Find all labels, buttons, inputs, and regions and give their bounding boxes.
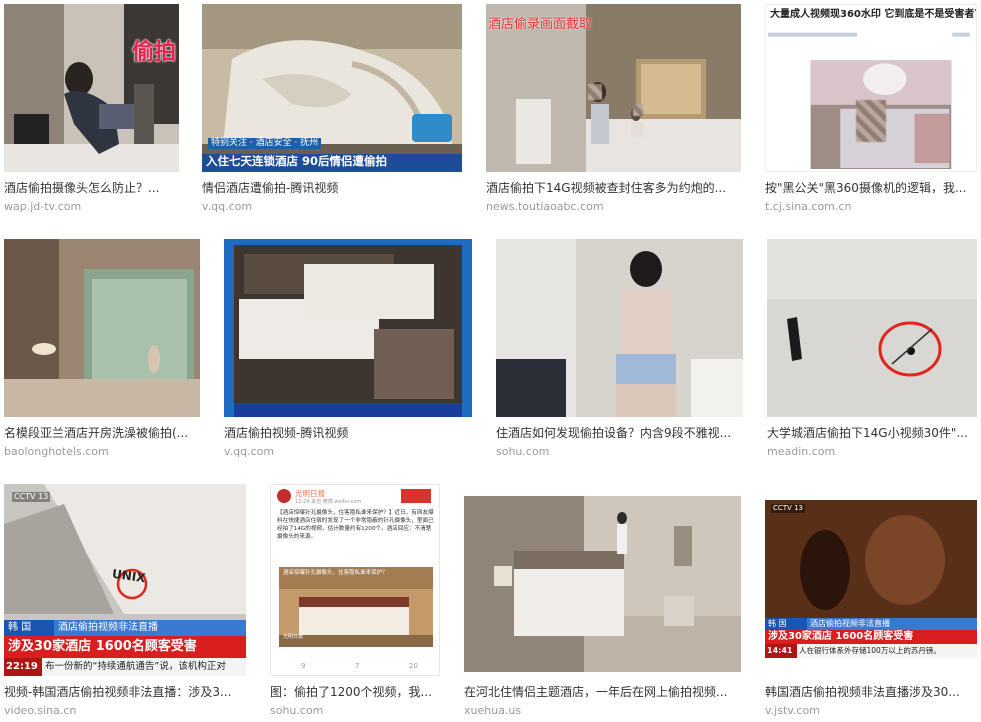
clock: 14:41 xyxy=(765,644,797,658)
blur-mask xyxy=(633,104,643,116)
news-headline: 酒店偷拍视频非法直播 xyxy=(54,620,246,636)
result-caption[interactable]: 图：偷拍了1200个视频，我... xyxy=(270,684,440,700)
result-caption[interactable]: 酒店偷拍视频-腾讯视频 xyxy=(224,425,472,441)
result-card[interactable]: 住酒店如何发现偷拍设备？内含9段不雅视... sohu.com xyxy=(496,239,743,459)
result-card[interactable]: 大学城酒店偷拍下14G小视频30件"... meadin.com xyxy=(767,239,977,459)
thumbnail-image[interactable] xyxy=(496,239,743,417)
news-headline: 酒店偷拍视频非法直播 xyxy=(807,618,977,630)
thumbnail-image[interactable]: 大量成人视频现360水印 它到底是不是受害者？ xyxy=(765,4,977,172)
result-source[interactable]: sohu.com xyxy=(496,445,549,459)
thumbnail-image[interactable]: 光明日报 12-24 来自 微博 weibo.com 【酒店惊曝针孔摄像头，住客… xyxy=(270,484,440,676)
thumbnail-image[interactable]: 偷拍 xyxy=(4,4,179,172)
clock: 22:19 xyxy=(4,658,42,676)
result-source[interactable]: xuehua.us xyxy=(464,704,521,718)
result-caption[interactable]: 住酒店如何发现偷拍设备？内含9段不雅视... xyxy=(496,425,743,441)
result-caption[interactable]: 酒店偷拍下14G视频被查封住客多为约炮的... xyxy=(486,180,741,196)
news-ticker: 人在银行体系外存储100万以上的苏丹镑。 xyxy=(797,644,977,658)
result-source[interactable]: v.qq.com xyxy=(224,445,274,459)
thumbnail-image[interactable]: CCTV 13 韩 国 酒店偷拍视频非法直播 涉及30家酒店 1600名顾客受害… xyxy=(765,500,977,658)
news-ticker: 布一份新的“持续通航通告”说，该机构正对 xyxy=(42,658,246,676)
thumbnail-overlay-text: 特别关注 · 酒店安全 · 抚州 xyxy=(208,138,322,149)
blur-mask xyxy=(588,84,602,100)
thumbnail-image[interactable]: CCTV 13 UNIX 韩 国 酒店偷拍视频非法直播 涉及30家酒店 1600… xyxy=(4,484,246,676)
result-source[interactable]: news.toutiaoabc.com xyxy=(486,200,604,214)
thumbnail-overlay-text: 偷拍 xyxy=(132,40,177,65)
news-headline: 涉及30家酒店 1600名顾客受害 xyxy=(765,630,977,644)
result-source[interactable]: wap.jd-tv.com xyxy=(4,200,81,214)
result-card[interactable]: 酒店偷拍视频-腾讯视频 v.qq.com xyxy=(224,239,472,459)
post-image: 酒店惊曝针孔摄像头，住客隐私谁来保护？ 光明日报 xyxy=(279,567,433,647)
result-source[interactable]: video.sina.cn xyxy=(4,704,76,718)
result-card[interactable]: 酒店偷录画面截取 酒店偷拍下14G视频被查封住客多为约炮的... news.to… xyxy=(486,4,741,216)
thumbnail-image[interactable]: 酒店偷录画面截取 xyxy=(486,4,741,172)
result-caption[interactable]: 按"黑公关"黑360摄像机的逻辑，我... xyxy=(765,180,977,196)
channel-logo: CCTV 13 xyxy=(12,492,51,502)
result-caption[interactable]: 名模段亚兰酒店开房洗澡被偷拍(... xyxy=(4,425,200,441)
result-card[interactable]: 偷拍 酒店偷拍摄像头怎么防止？... wap.jd-tv.com xyxy=(4,4,179,216)
like-count: 20 xyxy=(409,662,418,670)
thumbnail-image[interactable] xyxy=(767,239,977,417)
result-card[interactable]: CCTV 13 韩 国 酒店偷拍视频非法直播 涉及30家酒店 1600名顾客受害… xyxy=(765,484,977,718)
result-caption[interactable]: 在河北住情侣主题酒店，一年后在网上偷拍视频... xyxy=(464,684,741,700)
thumbnail-image[interactable] xyxy=(224,239,472,417)
result-card[interactable]: CCTV 13 UNIX 韩 国 酒店偷拍视频非法直播 涉及30家酒店 1600… xyxy=(4,484,246,718)
post-time: 12-24 来自 微博 weibo.com xyxy=(295,499,362,505)
result-card[interactable]: 在河北住情侣主题酒店，一年后在网上偷拍视频... xuehua.us xyxy=(464,484,741,718)
result-source[interactable]: v.jstv.com xyxy=(765,704,820,718)
result-caption[interactable]: 酒店偷拍摄像头怎么防止？... xyxy=(4,180,179,196)
result-card[interactable]: 名模段亚兰酒店开房洗澡被偷拍(... baolonghotels.com xyxy=(4,239,200,459)
news-tag: 韩 国 xyxy=(4,620,54,636)
post-body: 【酒店惊曝针孔摄像头，住客隐私谁来保护？】近日，有网友爆料在快捷酒店住宿时发现了… xyxy=(277,510,434,540)
news-headline: 涉及30家酒店 1600名顾客受害 xyxy=(4,636,246,658)
thumbnail-image[interactable] xyxy=(4,239,200,417)
thumbnail-image[interactable] xyxy=(464,496,741,672)
comment-count: 7 xyxy=(355,662,360,670)
result-source[interactable]: sohu.com xyxy=(270,704,323,718)
news-tag: 韩 国 xyxy=(765,618,807,630)
account-avatar-icon xyxy=(277,489,291,503)
brand-logo xyxy=(401,489,431,503)
thumbnail-overlay-text: 入住七天连锁酒店 90后情侣遭偷拍 xyxy=(202,154,462,172)
result-source[interactable]: baolonghotels.com xyxy=(4,445,109,459)
result-caption[interactable]: 情侣酒店遭偷拍-腾讯视频 xyxy=(202,180,462,196)
result-caption[interactable]: 韩国酒店偷拍视频非法直播涉及30... xyxy=(765,684,977,700)
channel-logo: CCTV 13 xyxy=(771,504,805,513)
post-image-watermark: 光明日报 xyxy=(283,634,304,640)
blur-mask xyxy=(856,100,886,142)
post-image-caption: 酒店惊曝针孔摄像头，住客隐私谁来保护？ xyxy=(283,570,388,576)
result-source[interactable]: meadin.com xyxy=(767,445,835,459)
thumbnail-overlay-text: 酒店偷录画面截取 xyxy=(488,17,593,32)
result-source[interactable]: t.cj.sina.com.cn xyxy=(765,200,851,214)
result-card[interactable]: 大量成人视频现360水印 它到底是不是受害者？ 按"黑公关"黑360摄像机的逻辑… xyxy=(765,4,977,216)
thumbnail-overlay-text: 大量成人视频现360水印 它到底是不是受害者？ xyxy=(770,9,977,20)
account-name: 光明日报 xyxy=(295,489,325,498)
result-source[interactable]: v.qq.com xyxy=(202,200,252,214)
result-caption[interactable]: 大学城酒店偷拍下14G小视频30件"... xyxy=(767,425,977,441)
result-caption[interactable]: 视频-韩国酒店偷拍视频非法直播：涉及3... xyxy=(4,684,246,700)
repost-count: 9 xyxy=(301,662,306,670)
thumbnail-image[interactable]: 特别关注 · 酒店安全 · 抚州 入住七天连锁酒店 90后情侣遭偷拍 xyxy=(202,4,462,172)
result-card[interactable]: 光明日报 12-24 来自 微博 weibo.com 【酒店惊曝针孔摄像头，住客… xyxy=(270,484,440,718)
result-card[interactable]: 特别关注 · 酒店安全 · 抚州 入住七天连锁酒店 90后情侣遭偷拍 情侣酒店遭… xyxy=(202,4,462,216)
